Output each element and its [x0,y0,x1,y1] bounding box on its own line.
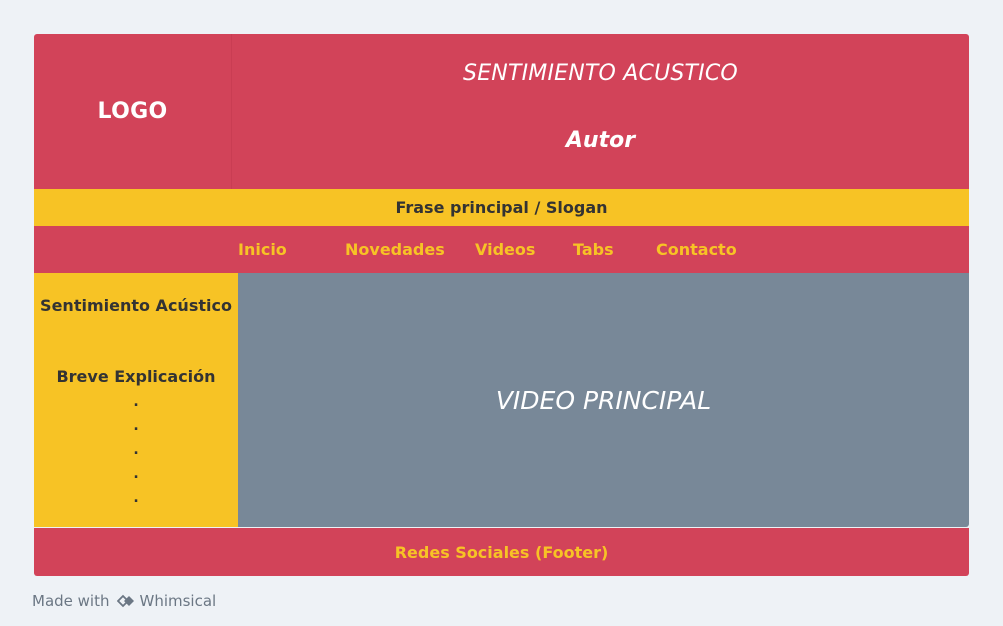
main-video-area: VIDEO PRINCIPAL [238,273,969,527]
sidebar-dot: . [133,418,139,434]
nav-item-inicio[interactable]: Inicio [238,240,287,259]
sidebar-title: Sentimiento Acústico [40,296,232,315]
logo-label: LOGO [97,99,168,124]
sidebar-text: Breve Explicación [56,367,216,386]
logo-box: LOGO [34,34,231,189]
nav-item-contacto[interactable]: Contacto [656,240,737,259]
video-label: VIDEO PRINCIPAL [495,385,712,415]
slogan-text: Frase principal / Slogan [395,198,608,217]
credit-brand: Whimsical [139,592,217,610]
sidebar-dot: . [133,490,139,506]
nav-item-novedades[interactable]: Novedades [345,240,445,259]
nav-item-tabs[interactable]: Tabs [573,240,614,259]
nav-item-videos[interactable]: Videos [475,240,535,259]
sidebar-dots: . . . . . [133,390,138,510]
sidebar: Sentimiento Acústico Breve Explicación .… [34,273,238,527]
slogan-bar: Frase principal / Slogan [34,189,969,226]
whimsical-logo-icon [117,594,135,608]
made-with-credit[interactable]: Made with Whimsical [32,592,216,610]
nav-bar: Inicio Novedades Videos Tabs Contacto [34,226,969,273]
header-title-box: SENTIMIENTO ACUSTICO Autor [231,34,969,189]
credit-prefix: Made with [32,592,110,610]
sidebar-dot: . [133,394,139,410]
sidebar-dot: . [133,442,139,458]
footer-label: Redes Sociales (Footer) [394,542,609,562]
site-title: SENTIMIENTO ACUSTICO [463,61,738,86]
site-author: Autor [565,128,636,153]
footer-bar: Redes Sociales (Footer) [34,528,969,576]
sidebar-dot: . [133,466,139,482]
